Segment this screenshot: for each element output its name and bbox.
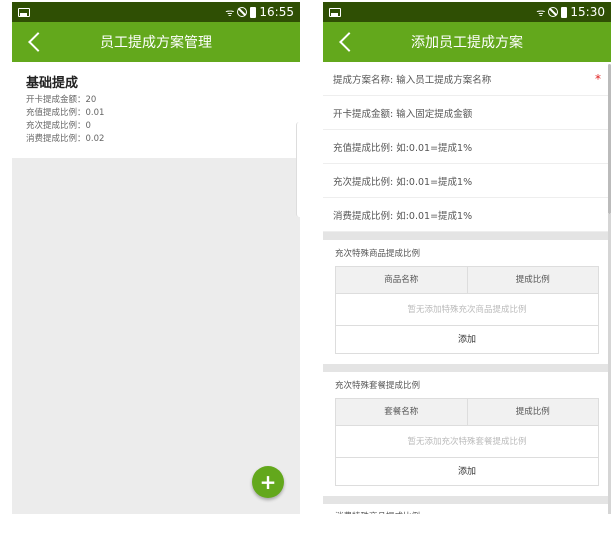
back-arrow-icon[interactable] — [331, 27, 361, 57]
special-product-table: 商品名称 提成比例 暂无添加特殊充次商品提成比例 添加 — [335, 266, 599, 354]
wifi-icon: ᯤ — [536, 8, 546, 19]
special-package-section: 充次特殊套餐提成比例 套餐名称 提成比例 暂无添加充次特殊套餐提成比例 添加 — [323, 372, 611, 496]
image-notification-icon — [18, 7, 30, 17]
app-bar: 员工提成方案管理 — [12, 22, 300, 62]
scheme-name: 基础提成 — [26, 76, 79, 91]
add-scheme-button[interactable]: + — [252, 466, 284, 498]
status-time: 15:30 — [570, 5, 605, 19]
column-header: 套餐名称 — [384, 407, 419, 417]
section-title: 充次特殊套餐提成比例 — [335, 381, 421, 391]
scheme-name-field[interactable]: 提成方案名称: 输入员工提成方案名称 * — [323, 62, 611, 96]
table-header: 套餐名称 提成比例 — [336, 399, 598, 425]
scheme-detail-consume: 消费提成比例：0.02 — [26, 134, 105, 144]
add-special-package-button[interactable]: 添加 — [336, 457, 598, 485]
consume-special-product-section-title: 消费特殊商品提成比例 — [323, 504, 611, 514]
scheme-detail-recharge: 充值提成比例：0.01 — [26, 108, 105, 118]
edge-handle — [296, 122, 300, 217]
battery-icon — [561, 6, 568, 18]
scrollbar-thumb[interactable] — [608, 64, 611, 214]
do-not-disturb-icon — [237, 7, 248, 17]
page-title: 员工提成方案管理 — [100, 35, 212, 51]
scheme-list-item[interactable]: 基础提成 开卡提成金额：20 充值提成比例：0.01 充次提成比例：0 消费提成… — [12, 62, 300, 158]
empty-list-area — [12, 158, 300, 514]
column-header: 商品名称 — [384, 275, 419, 285]
wifi-icon: ᯤ — [225, 8, 235, 19]
page-title: 添加员工提成方案 — [411, 35, 523, 51]
section-divider — [323, 232, 611, 240]
column-header: 提成比例 — [466, 399, 599, 425]
status-bar: ᯤ 16:55 — [12, 2, 300, 22]
add-special-product-button[interactable]: 添加 — [336, 325, 598, 353]
empty-state-text: 暂无添加特殊充次商品提成比例 — [336, 293, 598, 325]
consume-ratio-field[interactable]: 消费提成比例: 如:0.01=提成1% — [323, 198, 611, 232]
open-card-amount-field[interactable]: 开卡提成金额: 输入固定提成金额 — [323, 96, 611, 130]
open-card-amount-placeholder: 开卡提成金额: 输入固定提成金额 — [333, 108, 473, 120]
scheme-name-placeholder: 提成方案名称: 输入员工提成方案名称 — [333, 74, 492, 86]
back-arrow-icon[interactable] — [20, 27, 50, 57]
battery-icon — [250, 6, 257, 18]
status-bar: ᯤ 15:30 — [323, 2, 611, 22]
required-mark: * — [595, 72, 601, 86]
count-ratio-field[interactable]: 充次提成比例: 如:0.01=提成1% — [323, 164, 611, 198]
recharge-ratio-field[interactable]: 充值提成比例: 如:0.01=提成1% — [323, 130, 611, 164]
consume-ratio-placeholder: 消费提成比例: 如:0.01=提成1% — [333, 210, 473, 222]
scheme-detail-open-card: 开卡提成金额：20 — [26, 95, 97, 105]
recharge-ratio-placeholder: 充值提成比例: 如:0.01=提成1% — [333, 142, 473, 154]
section-title: 充次特殊商品提成比例 — [335, 249, 421, 259]
scheme-list-screen: ᯤ 16:55 员工提成方案管理 基础提成 开卡提成金额：20 充值提成比例：0… — [12, 2, 300, 514]
special-package-table: 套餐名称 提成比例 暂无添加充次特殊套餐提成比例 添加 — [335, 398, 599, 486]
status-time: 16:55 — [259, 5, 294, 19]
section-divider — [323, 496, 611, 504]
add-scheme-screen: ᯤ 15:30 添加员工提成方案 提成方案名称: 输入员工提成方案名称 * 开卡… — [323, 2, 611, 514]
table-header: 商品名称 提成比例 — [336, 267, 598, 293]
scheme-detail-count: 充次提成比例：0 — [26, 121, 91, 131]
column-header: 提成比例 — [466, 267, 599, 293]
section-divider — [323, 364, 611, 372]
empty-state-text: 暂无添加充次特殊套餐提成比例 — [336, 425, 598, 457]
special-product-section: 充次特殊商品提成比例 商品名称 提成比例 暂无添加特殊充次商品提成比例 添加 — [323, 240, 611, 364]
count-ratio-placeholder: 充次提成比例: 如:0.01=提成1% — [333, 176, 473, 188]
do-not-disturb-icon — [548, 7, 559, 17]
image-notification-icon — [329, 7, 341, 17]
scheme-form: 提成方案名称: 输入员工提成方案名称 * 开卡提成金额: 输入固定提成金额 充值… — [323, 62, 611, 232]
scrollbar-track[interactable] — [608, 214, 611, 514]
app-bar: 添加员工提成方案 — [323, 22, 611, 62]
